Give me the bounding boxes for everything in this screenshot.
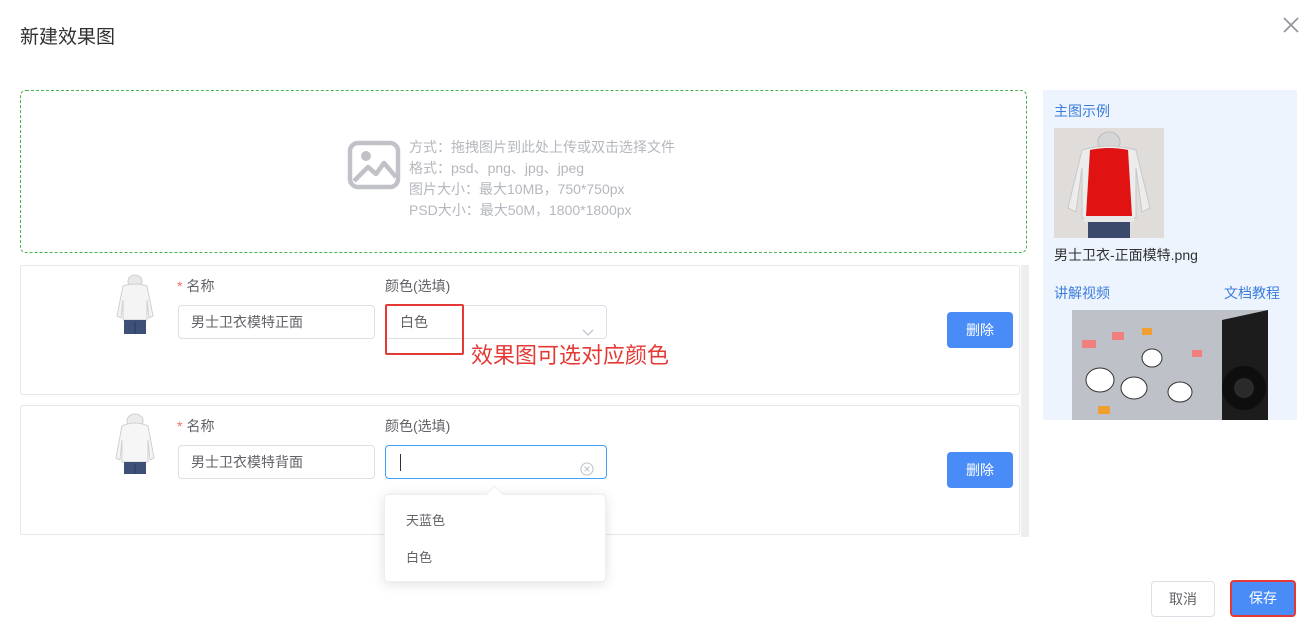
clear-circle-icon[interactable] [580, 455, 594, 476]
doc-link[interactable]: 文档教程 [1224, 283, 1280, 303]
name-label-text: 名称 [186, 278, 215, 294]
hoodie-back-thumbnail [109, 412, 161, 478]
name-input[interactable]: 男士卫衣模特正面 [178, 305, 375, 339]
color-select[interactable] [385, 445, 607, 479]
upload-hints: 方式：拖拽图片到此处上传或双击选择文件 格式：psd、png、jpg、jpeg … [409, 137, 675, 221]
name-label: * 名称 [177, 416, 214, 436]
save-button[interactable]: 保存 [1230, 580, 1296, 617]
hoodie-front-thumbnail [109, 272, 161, 338]
dialog-title: 新建效果图 [20, 27, 116, 48]
upload-dropzone[interactable]: 方式：拖拽图片到此处上传或双击选择文件 格式：psd、png、jpg、jpeg … [20, 90, 1027, 253]
upload-hint-format: 格式：psd、png、jpg、jpeg [409, 160, 585, 176]
name-input[interactable]: 男士卫衣模特背面 [178, 445, 375, 479]
example-filename: 男士卫衣-正面模特.png [1054, 247, 1198, 263]
example-title: 主图示例 [1054, 103, 1110, 119]
delete-button[interactable]: 删除 [947, 452, 1013, 488]
scrollbar[interactable] [1021, 265, 1029, 537]
text-caret [400, 454, 401, 471]
dropdown-option-sky-blue[interactable]: 天蓝色 [385, 503, 605, 539]
upload-hint-image-size: 图片大小：最大10MB，750*750px [409, 181, 625, 197]
delete-button[interactable]: 删除 [947, 312, 1013, 348]
color-label: 颜色(选填) [385, 418, 451, 434]
dropdown-option-white[interactable]: 白色 [385, 540, 605, 576]
video-link[interactable]: 讲解视频 [1054, 283, 1110, 303]
upload-hint-psd-size: PSD大小：最大50M，1800*1800px [409, 202, 632, 218]
chevron-down-icon [582, 317, 594, 336]
name-label-text: 名称 [186, 418, 215, 434]
upload-hint-method: 方式：拖拽图片到此处上传或双击选择文件 [409, 139, 675, 155]
required-mark: * [177, 278, 183, 294]
cancel-button[interactable]: 取消 [1151, 581, 1215, 617]
annotation-highlight-box [385, 304, 464, 355]
required-mark: * [177, 418, 183, 434]
annotation-text: 效果图可选对应颜色 [471, 343, 670, 368]
image-placeholder-icon [346, 137, 402, 193]
example-image[interactable] [1054, 128, 1164, 238]
effect-item: * 名称 颜色(选填) 男士卫衣模特正面 白色 删除 [20, 265, 1020, 395]
color-dropdown: 天蓝色 白色 [384, 485, 606, 582]
color-label: 颜色(选填) [385, 278, 451, 294]
close-icon[interactable] [1281, 15, 1301, 35]
name-label: * 名称 [177, 276, 214, 296]
example-panel: 主图示例 男士卫衣-正面模特.png 讲解视频 文档教程 [1043, 90, 1297, 420]
video-thumbnail[interactable] [1072, 310, 1268, 420]
